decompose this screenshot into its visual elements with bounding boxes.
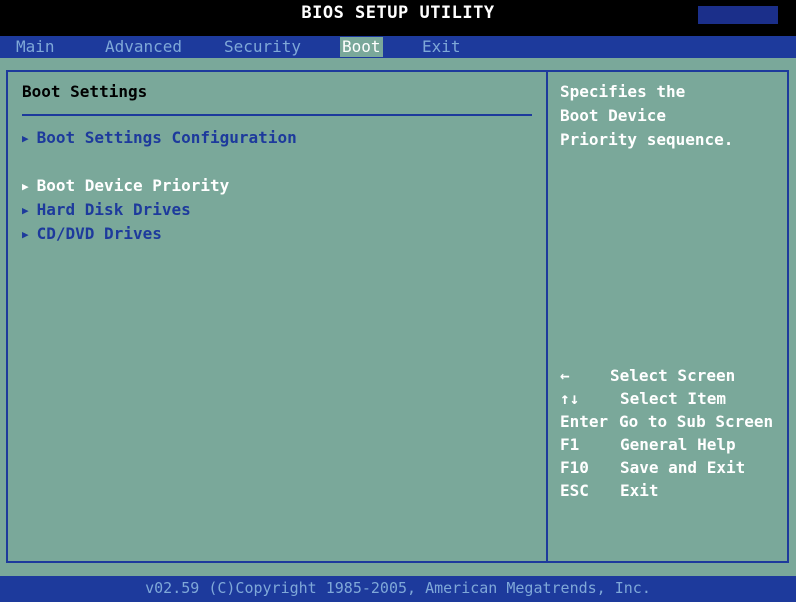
- key-hint-general-help: F1 General Help: [560, 435, 785, 457]
- submenu-arrow-icon: ▶: [22, 132, 29, 145]
- key-description: Select Item: [620, 389, 726, 408]
- item-label: Hard Disk Drives: [36, 200, 191, 219]
- key-hint-select-item: ↑↓ Select Item: [560, 389, 785, 411]
- menu-boot[interactable]: Boot: [340, 37, 383, 57]
- item-label: Boot Device Priority: [36, 176, 230, 195]
- left-arrow-key: ←: [560, 366, 570, 385]
- enter-key: Enter: [560, 412, 609, 431]
- menu-bar: Main Advanced Security Boot Exit: [0, 36, 796, 58]
- footer-bar: v02.59 (C)Copyright 1985-2005, American …: [0, 576, 796, 602]
- panel-divider: [546, 70, 548, 563]
- item-label: CD/DVD Drives: [36, 224, 162, 243]
- heading-divider: [22, 114, 532, 116]
- item-boot-settings-configuration[interactable]: ▶ Boot Settings Configuration: [22, 128, 297, 147]
- item-boot-device-priority[interactable]: ▶ Boot Device Priority: [22, 176, 229, 195]
- item-cd-dvd-drives[interactable]: ▶ CD/DVD Drives: [22, 224, 162, 243]
- menu-exit[interactable]: Exit: [420, 37, 463, 57]
- menu-security[interactable]: Security: [222, 37, 303, 57]
- key-hint-save-exit: F10 Save and Exit: [560, 458, 785, 480]
- help-text-line: Specifies the: [560, 82, 686, 101]
- title-bar: BIOS SETUP UTILITY: [0, 0, 796, 36]
- key-hint-exit: ESC Exit: [560, 481, 785, 503]
- f10-key: F10: [560, 458, 589, 477]
- key-hint-sub-screen: Enter Go to Sub Screen: [560, 412, 785, 434]
- key-description: Select Screen: [610, 366, 736, 385]
- key-description: General Help: [620, 435, 736, 454]
- menu-main[interactable]: Main: [14, 37, 57, 57]
- key-description: Exit: [620, 481, 659, 500]
- up-down-arrow-key: ↑↓: [560, 389, 580, 408]
- esc-key: ESC: [560, 481, 589, 500]
- submenu-arrow-icon: ▶: [22, 180, 29, 193]
- app-title: BIOS SETUP UTILITY: [301, 3, 495, 23]
- key-description: Go to Sub Screen: [619, 412, 774, 431]
- item-hard-disk-drives[interactable]: ▶ Hard Disk Drives: [22, 200, 191, 219]
- panel-heading: Boot Settings: [22, 82, 148, 101]
- item-label: Boot Settings Configuration: [36, 128, 297, 147]
- key-hint-select-screen: ← Select Screen: [560, 366, 785, 388]
- title-decoration: [698, 6, 778, 24]
- menu-advanced[interactable]: Advanced: [103, 37, 184, 57]
- bios-screen: BIOS SETUP UTILITY Main Advanced Securit…: [0, 0, 796, 602]
- f1-key: F1: [560, 435, 580, 454]
- help-text-line: Boot Device: [560, 106, 666, 125]
- key-description: Save and Exit: [620, 458, 746, 477]
- help-text-line: Priority sequence.: [560, 130, 734, 149]
- copyright-text: v02.59 (C)Copyright 1985-2005, American …: [145, 579, 651, 597]
- submenu-arrow-icon: ▶: [22, 228, 29, 241]
- submenu-arrow-icon: ▶: [22, 204, 29, 217]
